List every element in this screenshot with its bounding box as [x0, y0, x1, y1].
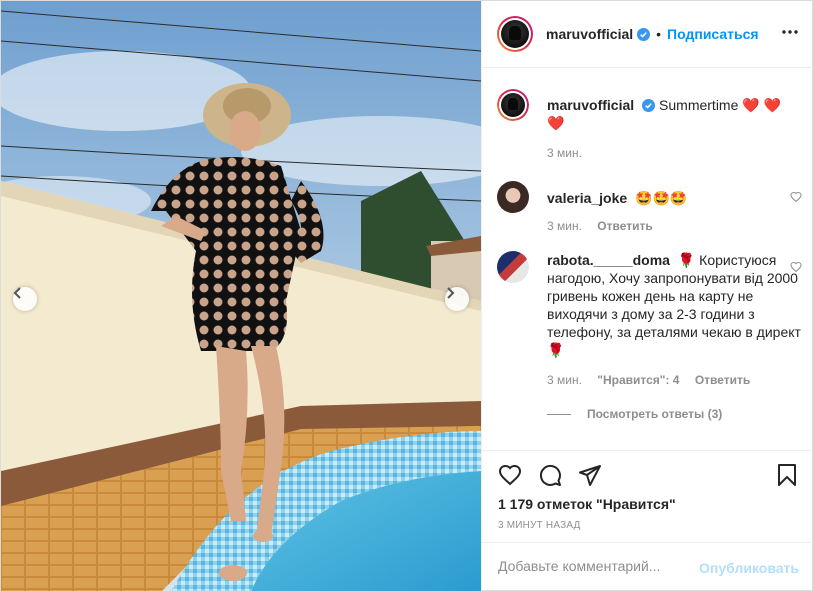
- caption-text: Summertime: [659, 97, 739, 113]
- comment-input[interactable]: [498, 558, 698, 574]
- reply-button[interactable]: Ответить: [597, 219, 652, 233]
- chevron-right-icon: [447, 287, 455, 299]
- heart-icon: [498, 464, 522, 486]
- post-actions: 1 179 отметок "Нравится" 3 МИНУТ НАЗАД: [482, 450, 813, 542]
- caption: maruvofficial Summertime ❤️ ❤️ ❤️ 3 мин.: [497, 89, 802, 160]
- comment-item: valeria_joke 🤩🤩🤩 3 мин. Ответить: [497, 181, 802, 233]
- post-time[interactable]: 3 МИНУТ НАЗАД: [498, 520, 581, 531]
- comment-item: rabota._____doma 🌹 Користуюся нагодою, Х…: [497, 251, 802, 387]
- share-button[interactable]: [578, 463, 602, 487]
- save-button[interactable]: [775, 463, 799, 487]
- view-replies-button[interactable]: Посмотреть ответы (3): [547, 407, 722, 421]
- add-comment-section: Опубликовать: [482, 542, 813, 591]
- caption-author-avatar[interactable]: [497, 89, 529, 121]
- view-replies-label: Посмотреть ответы (3): [587, 407, 723, 421]
- post-photo[interactable]: [1, 1, 481, 591]
- follow-button[interactable]: Подписаться: [667, 26, 759, 42]
- commenter-avatar[interactable]: [497, 251, 529, 283]
- next-photo-button[interactable]: [445, 287, 469, 311]
- bookmark-icon: [778, 464, 796, 486]
- like-button[interactable]: [498, 463, 522, 487]
- post-dialog: maruvofficial • Подписаться maruvofficia…: [0, 0, 813, 591]
- heart-icon[interactable]: [790, 261, 802, 273]
- post-comment-button[interactable]: Опубликовать: [699, 560, 799, 576]
- share-icon: [579, 465, 601, 486]
- comments-list[interactable]: maruvofficial Summertime ❤️ ❤️ ❤️ 3 мин.…: [482, 69, 813, 450]
- author-username[interactable]: maruvofficial: [546, 26, 633, 42]
- commenter-avatar[interactable]: [497, 181, 529, 213]
- chevron-left-icon: [13, 287, 21, 299]
- comment-time[interactable]: 3 мин.: [547, 219, 582, 233]
- caption-author-username[interactable]: maruvofficial: [547, 97, 634, 113]
- post-header: maruvofficial • Подписаться: [482, 1, 813, 68]
- comment-time[interactable]: 3 мин.: [547, 373, 582, 387]
- likes-count[interactable]: 1 179 отметок "Нравится": [498, 496, 676, 512]
- comment-icon: [539, 464, 561, 486]
- photo-illustration: [1, 1, 481, 591]
- reply-button[interactable]: Ответить: [695, 373, 750, 387]
- previous-photo-button[interactable]: [13, 287, 37, 311]
- comment-text: 🤩🤩🤩: [635, 190, 688, 206]
- commenter-username[interactable]: rabota._____doma: [547, 252, 670, 268]
- comment-button[interactable]: [538, 463, 562, 487]
- verified-badge-icon: [642, 99, 656, 112]
- caption-time[interactable]: 3 мин.: [547, 146, 582, 160]
- replies-divider: [547, 413, 571, 415]
- verified-badge-icon: [637, 27, 651, 41]
- author-avatar[interactable]: [497, 16, 533, 52]
- post-side-panel: maruvofficial • Подписаться maruvofficia…: [481, 1, 813, 591]
- header-separator: •: [656, 26, 662, 42]
- comment-likes[interactable]: "Нравится": 4: [597, 373, 679, 387]
- more-options-icon[interactable]: [781, 23, 799, 41]
- heart-icon[interactable]: [790, 191, 802, 203]
- commenter-username[interactable]: valeria_joke: [547, 190, 627, 206]
